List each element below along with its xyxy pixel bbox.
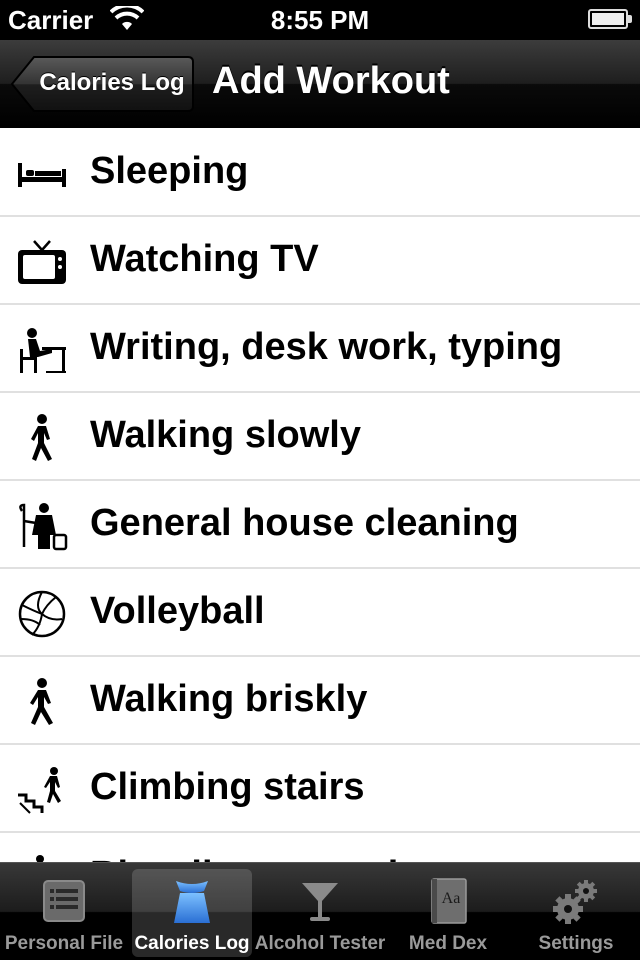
tab-personal-file[interactable]: Personal File [4,869,124,957]
walking-icon [31,414,52,461]
list-icon [43,880,85,922]
back-button[interactable]: Calories Log [10,55,195,113]
item-label: Writing, desk work, typing [90,326,563,368]
item-label: Watching TV [90,238,319,280]
list-item[interactable]: General house cleaning [0,481,640,569]
cleaning-icon [19,503,68,551]
battery-icon [588,9,632,29]
item-label: Sleeping [90,150,249,192]
martini-glass-icon [302,883,338,921]
tab-label: Med Dex [408,933,488,954]
desk-work-icon [20,328,66,373]
bed-icon [18,163,66,187]
tab-settings[interactable]: Settings [516,869,636,957]
item-label: Bicycling, casual [90,854,398,862]
tab-calories-log[interactable]: Calories Log [132,869,252,957]
stairs-icon [18,767,61,814]
status-bar: Carrier 8:55 PM [0,0,640,40]
list-item[interactable]: Walking briskly [0,657,640,745]
tab-label: Personal File [4,933,124,954]
book-icon: Aa [431,878,467,924]
item-label: Walking briskly [90,678,368,720]
tab-label: Settings [538,933,614,954]
bicycle-icon [36,855,44,862]
list-item[interactable]: Climbing stairs [0,745,640,833]
tab-label: Calories Log [134,933,250,954]
gears-icon [553,880,597,924]
svg-text:Aa: Aa [442,890,461,907]
list-item[interactable]: Bicycling, casual [0,833,640,862]
list-item[interactable]: Sleeping [0,129,640,217]
tv-icon [18,240,66,284]
list-item[interactable]: Watching TV [0,217,640,305]
tab-label: Alcohol Tester [254,933,386,954]
list-item[interactable]: Writing, desk work, typing [0,305,640,393]
scale-icon [174,881,210,923]
status-time: 8:55 PM [270,5,370,35]
list-item[interactable]: Walking slowly [0,393,640,481]
volleyball-icon [18,590,66,638]
item-label: Climbing stairs [90,766,365,808]
item-label: Volleyball [90,590,265,632]
walking-icon [30,678,53,725]
item-label: General house cleaning [90,502,519,544]
workout-list: Sleeping Watching TV Writing, desk work,… [0,129,640,862]
navigation-bar: Calories Log Add Workout [0,40,640,128]
list-item[interactable]: Volleyball [0,569,640,657]
tab-med-dex[interactable]: Aa Med Dex [388,869,508,957]
page-title: Add Workout [212,60,450,102]
tab-bar: Personal File Calories Log Alcohol Teste… [0,862,640,960]
tab-alcohol-tester[interactable]: Alcohol Tester [255,869,385,957]
item-label: Walking slowly [90,414,361,456]
back-button-label: Calories Log [39,69,185,96]
